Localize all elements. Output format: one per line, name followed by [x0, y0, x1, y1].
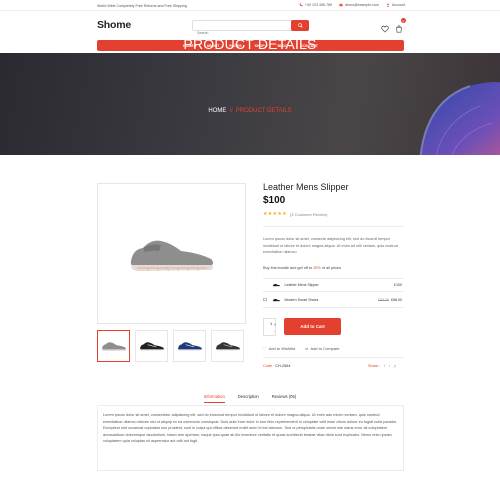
compare-label: Add to Compare: [310, 346, 340, 351]
top-bar: World Wide Completely Free Returns and F…: [0, 0, 500, 11]
phone-link[interactable]: +00 123 456 789: [299, 3, 332, 7]
product-rating: ★★★★★ (3 Customer Review): [263, 211, 328, 217]
breadcrumb-separator: //: [229, 108, 233, 114]
facebook-icon[interactable]: f: [384, 364, 385, 368]
shoe-image: [215, 342, 240, 352]
product-title: Leather Mens Slipper: [263, 182, 349, 192]
add-to-compare-link[interactable]: ⇄ Add to Compare: [305, 346, 340, 351]
breadcrumb: HOME//PRODUCT DETAILS: [0, 108, 500, 114]
tab-reviews[interactable]: Reviews (05): [272, 394, 296, 403]
search-icon: [297, 23, 303, 28]
bundle-offer-text: Buy this bundle and get off to 25% of al…: [263, 266, 341, 270]
shipping-text: World Wide Completely Free Returns and F…: [97, 3, 187, 8]
bundle-percent: 25%: [313, 266, 321, 270]
product-actions: ♡ Add to Wishlist ⇄ Add to Compare: [263, 346, 340, 351]
email-text: demo@example.com: [344, 3, 379, 7]
twitter-icon[interactable]: t: [389, 364, 390, 368]
plus-icon[interactable]: +: [274, 323, 276, 327]
phone-text: +00 123 456 789: [304, 3, 332, 7]
share-links: Share : f t p: [368, 364, 396, 368]
cart-button[interactable]: 0: [395, 18, 406, 33]
tab-content-text: Lorem ipsum dolor sit amet, consectetur …: [103, 413, 397, 443]
user-icon: [386, 3, 390, 7]
page-title: PRODUCT DETAILS: [183, 36, 317, 52]
bundle-item-name: Leather Mens Slipper: [284, 282, 319, 287]
product-tabs: Information Description Reviews (05): [0, 394, 500, 403]
search-box: [192, 20, 309, 38]
bundle-suffix: of all prices: [321, 266, 342, 270]
thumbnail-dark-shoe[interactable]: [211, 330, 244, 362]
wishlist-label: Add to Wishlist: [268, 346, 296, 351]
site-logo[interactable]: Shome: [97, 19, 131, 31]
code-label: Code :: [263, 364, 275, 368]
shoe-icon: [272, 283, 280, 286]
bundle-item-name: Modern Smart Shoes: [284, 297, 319, 302]
breadcrumb-home[interactable]: HOME: [208, 108, 226, 114]
code-value: CH-2564: [275, 364, 291, 368]
thumbnail-strip: [97, 330, 244, 362]
shoe-image: [177, 342, 202, 352]
tab-description[interactable]: Description: [238, 394, 259, 403]
heart-icon: ♡: [263, 346, 267, 351]
thumbnail-navy-shoe[interactable]: [173, 330, 206, 362]
bundle-item-price: £100: [392, 283, 402, 287]
divider: [263, 291, 404, 292]
header-icons: 0: [381, 18, 406, 33]
search-button[interactable]: [291, 20, 309, 31]
divider: [263, 226, 404, 227]
cart-icon: [396, 25, 402, 33]
thumbnail-black-shoe[interactable]: [135, 330, 168, 362]
bundle-item: Modern Smart Shoes £58.00 £68.00: [263, 294, 404, 305]
divider: [263, 357, 404, 358]
pinterest-icon[interactable]: p: [394, 364, 396, 368]
star-rating-icon: ★★★★★: [263, 211, 287, 217]
tab-information[interactable]: Information: [203, 394, 225, 403]
bundle-item: Leather Mens Slipper £100: [263, 279, 404, 290]
quantity-stepper: 1 + -: [263, 318, 276, 336]
bundle-new-price: £68.00: [391, 297, 402, 302]
add-to-cart-button[interactable]: Add to Cart: [284, 318, 341, 335]
product-price: $100: [263, 195, 286, 206]
shoe-image: [130, 240, 213, 272]
quantity-value[interactable]: 1: [270, 321, 272, 326]
wishlist-button[interactable]: [381, 20, 389, 33]
bundle-checkbox[interactable]: [263, 297, 267, 302]
account-link[interactable]: Account: [386, 3, 405, 7]
email-link[interactable]: demo@example.com: [339, 3, 379, 7]
product-code: Code : CH-2564: [263, 364, 290, 368]
thumbnail-gray-shoe[interactable]: [97, 330, 130, 362]
product-main-image[interactable]: [97, 183, 246, 324]
minus-icon[interactable]: -: [274, 329, 275, 333]
product-short-description: Lorem ipsum dolor sit amet, consecte adi…: [263, 237, 398, 254]
page-banner: [0, 53, 500, 155]
compare-icon: ⇄: [305, 346, 309, 351]
breadcrumb-current: PRODUCT DETAILS: [235, 108, 292, 114]
bundle-prefix: Buy this bundle and get off to: [263, 266, 313, 270]
bundle-old-price: £58.00: [378, 297, 389, 302]
share-label: Share :: [368, 364, 381, 368]
shoe-image: [139, 342, 164, 352]
add-to-wishlist-link[interactable]: ♡ Add to Wishlist: [263, 346, 295, 351]
shoe-image: [101, 342, 126, 352]
phone-icon: [299, 3, 303, 7]
shoe-icon: [272, 298, 280, 301]
divider: [263, 307, 404, 308]
bundle-checkbox: [263, 283, 267, 287]
heart-icon: [381, 25, 389, 33]
tab-content-panel: Lorem ipsum dolor sit amet, consectetur …: [97, 405, 404, 471]
review-count-link[interactable]: (3 Customer Review): [290, 212, 328, 217]
bundle-new-price: £100: [394, 282, 402, 287]
cart-count-badge: 0: [401, 18, 406, 23]
account-text: Account: [392, 3, 405, 7]
mail-icon: [339, 3, 343, 7]
bundle-item-price: £58.00 £68.00: [378, 298, 402, 302]
